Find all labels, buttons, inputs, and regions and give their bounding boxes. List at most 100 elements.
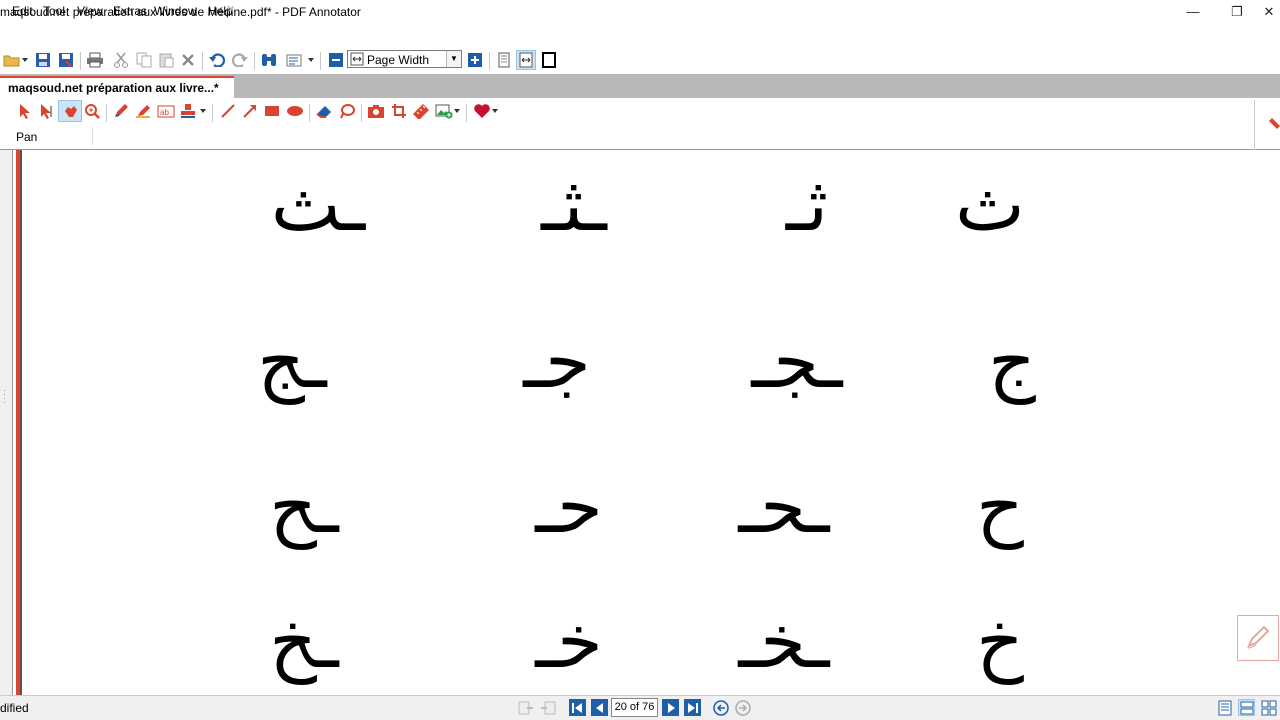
camera-icon[interactable] (366, 101, 386, 121)
ellipse-icon[interactable] (285, 101, 305, 121)
next-page-icon[interactable] (662, 699, 679, 716)
undo-icon[interactable] (207, 50, 227, 70)
left-panel-collapsed (0, 150, 12, 695)
next-view-page-icon[interactable] (539, 699, 556, 716)
toolbar-separator (489, 52, 490, 70)
go-back-icon[interactable] (712, 699, 729, 716)
eraser-icon[interactable] (314, 101, 334, 121)
paste-icon[interactable] (156, 50, 176, 70)
letter-kha-medial: خـ (535, 599, 603, 685)
letter-ha-final: ـح (269, 464, 339, 550)
select-text-icon[interactable] (37, 101, 57, 121)
menu-extras[interactable]: Extras (113, 4, 147, 18)
pan-hand-icon[interactable] (60, 101, 80, 121)
single-page-icon[interactable] (494, 50, 514, 70)
toolbar-separator (466, 104, 467, 122)
prev-view-page-icon[interactable] (517, 699, 534, 716)
letter-jim-medial: جـ (523, 319, 591, 405)
favorites-dropdown-icon[interactable] (490, 101, 500, 121)
menu-tool[interactable]: Tool (43, 4, 65, 18)
letter-kha-initial: ـخـ (738, 599, 830, 685)
favorites-heart-icon[interactable] (472, 101, 492, 121)
print-icon[interactable] (85, 50, 105, 70)
stamp-icon[interactable] (178, 101, 198, 121)
redo-icon[interactable] (230, 50, 250, 70)
toolbar-separator (80, 52, 81, 70)
panel-resize-grip[interactable]: · · · · (3, 386, 6, 407)
tab-close-icon[interactable]: ✕ (226, 3, 235, 16)
letter-kha-isolated: خ (976, 599, 1024, 685)
insert-dropdown-icon[interactable] (452, 101, 462, 121)
find-binoculars-icon[interactable] (259, 50, 279, 70)
toolbar-separator (361, 104, 362, 122)
menu-window[interactable]: Window (154, 4, 197, 18)
pdf-page[interactable]: ـث ـثـ ثـ ث ـج جـ ـجـ ج ـح حـ ـحـ ح ـخ خ… (22, 150, 1280, 695)
zoom-value: Page Width (367, 53, 430, 67)
select-arrow-icon[interactable] (15, 101, 35, 121)
letter-tha-isolated: ث (955, 162, 1025, 248)
single-page-layout-icon[interactable] (1216, 699, 1233, 716)
zoom-in-icon[interactable] (465, 50, 485, 70)
letter-kha-final: ـخ (269, 599, 339, 685)
floating-pen-button[interactable] (1237, 615, 1279, 661)
toolbar-divider (1254, 100, 1255, 150)
save-icon[interactable] (33, 50, 53, 70)
fit-width-icon[interactable] (516, 50, 536, 70)
zoom-out-icon[interactable] (326, 50, 346, 70)
status-modified-text: dified (0, 701, 29, 715)
document-tab-label: maqsoud.net préparation aux livre...* (8, 81, 219, 95)
arrow-icon[interactable] (240, 101, 260, 121)
toolbar-separator (202, 52, 203, 70)
ruler-icon[interactable] (411, 101, 431, 121)
letter-ha-medial: حـ (535, 464, 603, 550)
insert-image-icon[interactable] (434, 101, 454, 121)
letter-jim-isolated: ج (988, 319, 1036, 405)
toolbar-separator (309, 104, 310, 122)
toolbar-separator (320, 52, 321, 70)
letter-jim-initial: ـجـ (751, 319, 843, 405)
go-forward-icon[interactable] (734, 699, 751, 716)
rectangle-icon[interactable] (262, 101, 282, 121)
save-as-icon[interactable] (56, 50, 76, 70)
first-page-icon[interactable] (569, 699, 586, 716)
text-box-icon[interactable]: ab (156, 101, 176, 121)
zoom-magnifier-icon[interactable] (82, 101, 102, 121)
crop-icon[interactable] (389, 101, 409, 121)
menu-view[interactable]: View (77, 4, 103, 18)
document-tab[interactable]: maqsoud.net préparation aux livre...* (0, 76, 234, 98)
side-pen-icon[interactable] (1266, 114, 1280, 134)
properties-dropdown-icon[interactable] (306, 50, 316, 70)
toolbar-separator (106, 104, 107, 122)
last-page-icon[interactable] (684, 699, 701, 716)
stamp-dropdown-icon[interactable] (198, 101, 208, 121)
menu-bar (0, 24, 1280, 46)
open-folder-icon[interactable] (2, 50, 22, 70)
close-window-button[interactable]: ✕ (1258, 0, 1280, 24)
open-dropdown-icon[interactable] (20, 50, 30, 70)
highlighter-icon[interactable] (133, 101, 153, 121)
menu-edit[interactable]: Edit (12, 4, 33, 18)
tool-properties-separator (92, 127, 93, 145)
letter-ha-isolated: ح (976, 464, 1024, 550)
zoom-dropdown-icon[interactable]: ▼ (446, 51, 461, 67)
lasso-icon[interactable] (337, 101, 357, 121)
two-page-layout-icon[interactable] (1260, 699, 1277, 716)
copy-icon[interactable] (134, 50, 154, 70)
restore-button[interactable]: ❐ (1214, 0, 1260, 24)
zoom-select[interactable]: Page Width ▼ (347, 50, 462, 68)
properties-icon[interactable] (285, 50, 305, 70)
line-icon[interactable] (218, 101, 238, 121)
full-screen-icon[interactable] (539, 50, 559, 70)
previous-page-icon[interactable] (591, 699, 608, 716)
page-number-field[interactable]: 20 of 76 (611, 698, 658, 717)
letter-tha-final: ـث (270, 162, 366, 248)
continuous-layout-icon[interactable] (1238, 699, 1255, 716)
delete-icon[interactable] (178, 50, 198, 70)
cut-icon[interactable] (111, 50, 131, 70)
pen-icon[interactable] (111, 101, 131, 121)
page-width-icon (350, 52, 364, 69)
current-tool-label: Pan (16, 130, 38, 144)
svg-text:ab: ab (160, 108, 169, 117)
minimize-button[interactable]: — (1170, 0, 1216, 24)
pen-icon (1245, 624, 1271, 653)
